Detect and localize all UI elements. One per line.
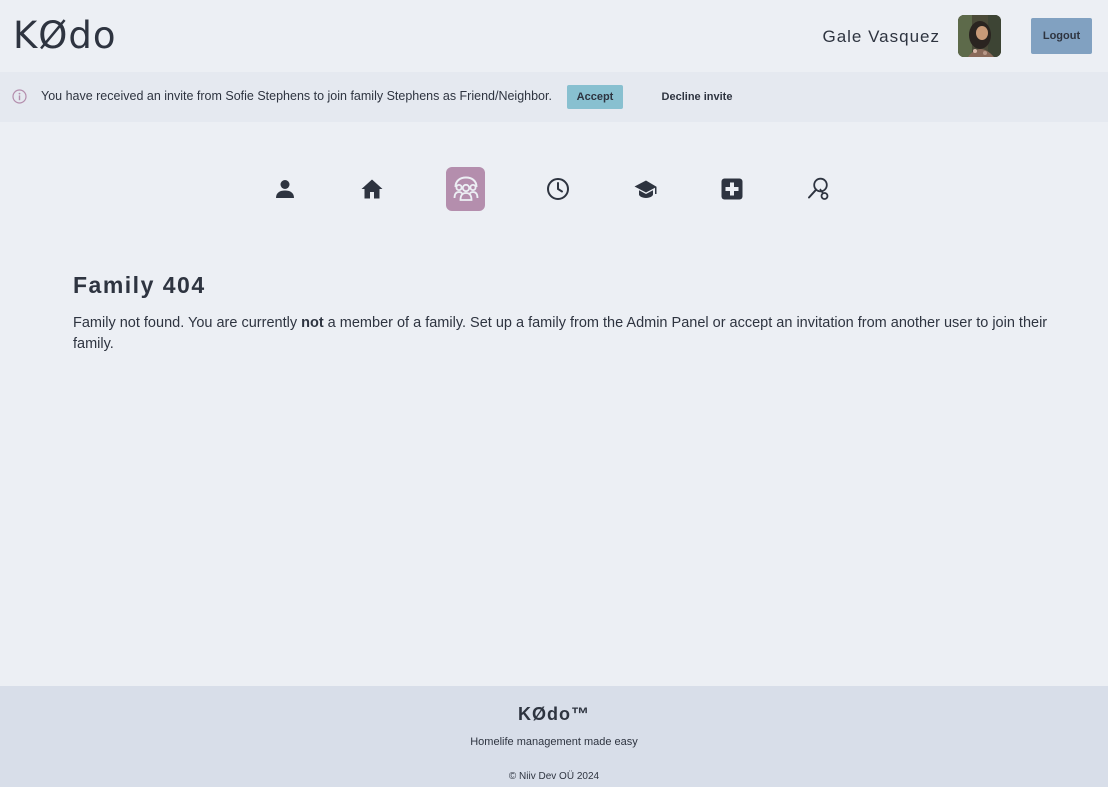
medical-icon — [721, 178, 743, 200]
avatar-image — [958, 15, 1001, 57]
footer: KØdo™ Homelife management made easy © Ni… — [0, 686, 1108, 787]
family-icon — [453, 176, 478, 201]
footer-copyright: © Niiv Dev OÜ 2024 — [508, 771, 600, 782]
app-logo[interactable]: KØdo — [13, 13, 117, 59]
page-description: Family not found. You are currently not … — [73, 313, 1073, 355]
desc-text-bold: not — [301, 315, 324, 331]
user-name: Gale Vasquez — [822, 27, 940, 46]
nav-profile[interactable] — [265, 167, 305, 211]
nav-family[interactable] — [446, 167, 485, 211]
avatar[interactable] — [958, 15, 1001, 57]
logout-button[interactable]: Logout — [1031, 18, 1092, 54]
decline-invite-button[interactable]: Decline invite — [653, 85, 741, 109]
alert-message: You have received an invite from Sofie S… — [41, 89, 552, 103]
footer-tagline: Homelife management made easy — [470, 736, 638, 748]
accept-invite-button[interactable]: Accept — [567, 85, 623, 109]
invite-alert: You have received an invite from Sofie S… — [0, 72, 1108, 122]
nav-medical[interactable] — [712, 167, 752, 211]
header: KØdo Gale Vasquez Logout — [0, 0, 1108, 72]
key-search-icon — [808, 177, 829, 200]
nav-admin[interactable] — [799, 167, 839, 211]
graduation-cap-icon — [634, 180, 657, 198]
info-icon — [12, 89, 27, 104]
home-icon — [361, 179, 383, 199]
nav-schedule[interactable] — [538, 167, 578, 211]
page-title: Family 404 — [73, 272, 206, 298]
footer-brand: KØdo™ — [518, 704, 590, 724]
nav-home[interactable] — [352, 167, 392, 211]
person-icon — [276, 180, 294, 198]
desc-text-before: Family not found. You are currently — [73, 315, 302, 331]
clock-icon — [547, 178, 569, 200]
nav-education[interactable] — [626, 167, 666, 211]
